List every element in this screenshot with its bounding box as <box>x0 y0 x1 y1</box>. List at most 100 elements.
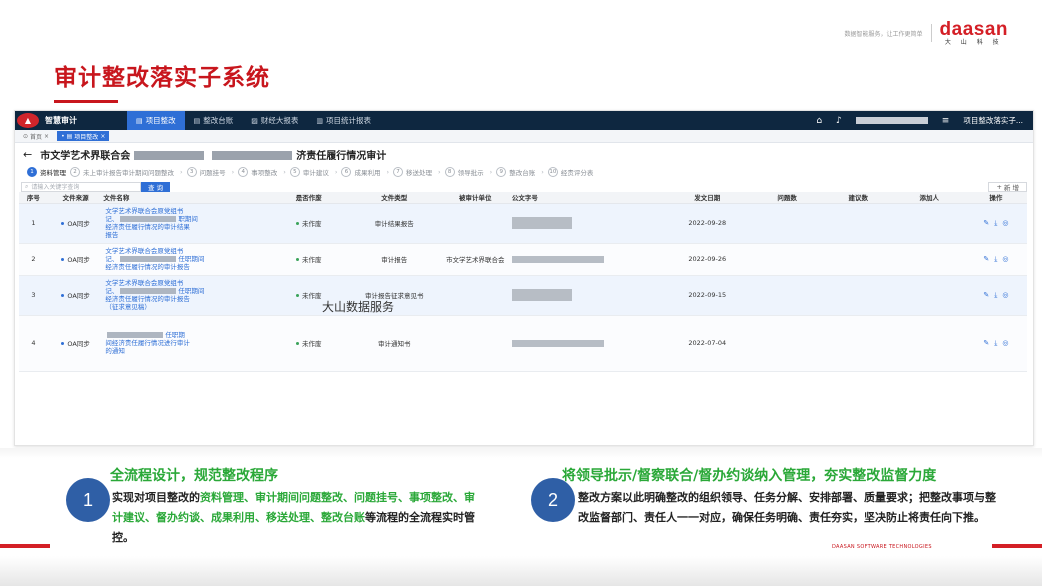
view-icon[interactable]: ◎ <box>1002 219 1008 228</box>
step-6[interactable]: 6 成果利用 › <box>341 167 389 177</box>
fname-part: 任职期间 <box>178 287 205 295</box>
table-row[interactable]: 2 OA同步 文学艺术界联合会原党组书 记、 任职期间 经济责任履行情况的审计报告… <box>19 243 1027 276</box>
masked-text <box>107 332 164 338</box>
current-project-name[interactable]: 项目整改落实子... <box>963 115 1023 126</box>
table-row[interactable]: 1 OA同步 文学艺术界联合会原党组书 记、 职期间 经济责任履行情况的审计结果 … <box>19 203 1027 244</box>
search-placeholder: 请输入关键字查询 <box>31 184 80 191</box>
table-row[interactable]: 4 OA同步 任职期 间经济责任履行情况进行审计 的通知 未作废 审计通知书 2… <box>19 315 1027 372</box>
feature-2-title: 将领导批示/督察联合/督办约谈纳入管理，夯实整改监督力度 <box>562 468 937 484</box>
masked-text <box>120 216 177 222</box>
step-5[interactable]: 5 审计建议 › <box>289 167 337 177</box>
logo-en: daasan <box>939 19 1008 40</box>
bottom-shade <box>0 556 1042 586</box>
step-label: 经责评分表 <box>560 169 594 177</box>
file-name-link[interactable]: 文学艺术界联合会原党组书 记、 任职期间 经济责任履行情况的审计报告 <box>103 243 268 276</box>
cell-issue-count <box>751 315 823 372</box>
search-button[interactable]: 查 询 <box>141 181 171 192</box>
home-icon[interactable]: ⌂ <box>816 116 822 126</box>
cell-date: 2022-07-04 <box>662 315 752 372</box>
nav-project-stats[interactable]: ▥ 项目统计报表 <box>307 111 380 130</box>
cell-doc-no <box>511 243 663 276</box>
step-8[interactable]: 8 领导批示 › <box>444 167 492 177</box>
view-icon[interactable]: ◎ <box>1002 291 1008 300</box>
col-header: 是否作废 <box>267 192 350 204</box>
nav-rectify-ledger[interactable]: ▤ 整改台账 <box>185 111 243 130</box>
close-icon[interactable]: × <box>100 133 105 140</box>
step-1[interactable]: 1 资料管理 <box>27 167 66 177</box>
chevron-right-icon: › <box>438 168 441 176</box>
process-steps: 1 资料管理 2 未上审计报告审计期间问题整改 › 3 问题挂号 › 4 事项整改 › 5 审计… <box>15 165 1033 179</box>
step-label: 领导批示 <box>457 169 484 177</box>
step-4[interactable]: 4 事项整改 › <box>238 167 286 177</box>
search-input[interactable]: ⌕ 请输入关键字查询 <box>21 181 141 192</box>
void-text: 未作废 <box>301 340 322 348</box>
cell-ops: ✎ ⤓ ◎ <box>964 243 1027 276</box>
step-7[interactable]: 7 移送处理 › <box>393 167 441 177</box>
feature-1-body: 实现对项目整改的资料管理、审计期间问题整改、问题挂号、事项整改、审计建议、督办约… <box>112 488 482 548</box>
fname-line: 经济责任履行情况的审计报告 <box>105 295 190 303</box>
menu-icon[interactable]: ≡ <box>942 116 950 126</box>
bell-icon[interactable]: ♪ <box>836 116 842 126</box>
cell-void: 未作废 <box>267 243 350 276</box>
fname-line: 任职期 <box>105 331 265 339</box>
cell-ops: ✎ ⤓ ◎ <box>964 275 1027 316</box>
nav-project-rectify[interactable]: ▤ 项目整改 <box>127 111 185 130</box>
file-name-link[interactable]: 文学艺术界联合会原党组书 记、 职期间 经济责任履行情况的审计结果 报告 <box>103 203 268 244</box>
dot-icon <box>61 293 65 297</box>
tab-project-rectify[interactable]: • ▤ 项目整改 × <box>57 131 110 141</box>
step-10[interactable]: 10 经责评分表 <box>547 167 594 177</box>
close-icon[interactable]: × <box>44 133 49 140</box>
fname-line: 经济责任履行情况的审计结果 <box>105 223 190 231</box>
chevron-right-icon: › <box>180 168 183 176</box>
table-row[interactable]: 3 OA同步 文学艺术界联合会原党组书 记、 任职期间 经济责任履行情况的审计报告… <box>19 275 1027 316</box>
edit-icon[interactable]: ✎ <box>983 219 989 228</box>
download-icon[interactable]: ⤓ <box>994 339 997 348</box>
app-window: ▲ 智慧审计 ▤ 项目整改 ▤ 整改台账 ▨ 财经大报表 ▥ 项目统计报表 ⌂ … <box>14 110 1034 446</box>
view-icon[interactable]: ◎ <box>1002 255 1008 264</box>
dot-icon <box>295 293 299 297</box>
app-logo-area[interactable]: ▲ 智慧审计 <box>15 111 127 130</box>
step-9[interactable]: 9 整改台账 › <box>496 167 544 177</box>
fname-line: 间经济责任履行情况进行审计 <box>105 339 190 347</box>
void-text: 未作废 <box>301 220 322 228</box>
user-info-masked[interactable] <box>855 117 928 124</box>
add-button[interactable]: + 新 增 <box>988 181 1027 192</box>
tab-home[interactable]: ⊙ 首页 × <box>19 131 53 141</box>
cell-void: 未作废 <box>267 203 350 244</box>
download-icon[interactable]: ⤓ <box>994 291 997 300</box>
cell-type: 审计结果报告 <box>349 203 439 244</box>
file-name-link[interactable]: 任职期 间经济责任履行情况进行审计 的通知 <box>103 315 268 372</box>
cell-index: 3 <box>19 275 48 316</box>
page-title-prefix: 市文学艺术界联合会 <box>40 150 131 162</box>
step-number: 4 <box>238 167 249 177</box>
nav-finance-report[interactable]: ▨ 财经大报表 <box>242 111 307 130</box>
cell-doc-no <box>511 275 663 316</box>
edit-icon[interactable]: ✎ <box>983 339 989 348</box>
feature-2-number: 2 <box>531 478 575 522</box>
col-header: 文件类型 <box>349 192 439 204</box>
masked-text <box>120 288 177 294</box>
chevron-right-icon: › <box>231 168 235 176</box>
cell-doc-no <box>511 203 663 244</box>
list-toolbar: ⌕ 请输入关键字查询 查 询 + 新 增 <box>15 179 1033 192</box>
audit-logo-icon: ▲ <box>17 113 39 128</box>
step-label: 整改台账 <box>509 169 536 177</box>
cell-source: OA同步 <box>47 315 104 372</box>
edit-icon[interactable]: ✎ <box>983 255 989 264</box>
cell-issue-count <box>751 275 823 316</box>
view-icon[interactable]: ◎ <box>1002 339 1008 348</box>
cell-adder <box>893 315 965 372</box>
step-2[interactable]: 2 未上审计报告审计期间问题整改 › <box>70 167 183 177</box>
step-number: 1 <box>27 167 37 177</box>
back-arrow-icon[interactable]: ← <box>23 148 32 161</box>
step-3[interactable]: 3 问题挂号 › <box>186 167 235 177</box>
download-icon[interactable]: ⤓ <box>994 219 997 228</box>
fname-part: 任职期间 <box>178 255 205 263</box>
edit-icon[interactable]: ✎ <box>983 291 989 300</box>
step-number: 3 <box>186 167 197 177</box>
cell-index: 1 <box>19 203 48 244</box>
cell-suggest-count <box>822 203 894 244</box>
file-name-link[interactable]: 文学艺术界联合会原党组书 记、 任职期间 经济责任履行情况的审计报告 （征求意见稿… <box>103 275 268 316</box>
download-icon[interactable]: ⤓ <box>994 255 997 264</box>
page-title-suffix: 济责任履行情况审计 <box>296 150 387 162</box>
